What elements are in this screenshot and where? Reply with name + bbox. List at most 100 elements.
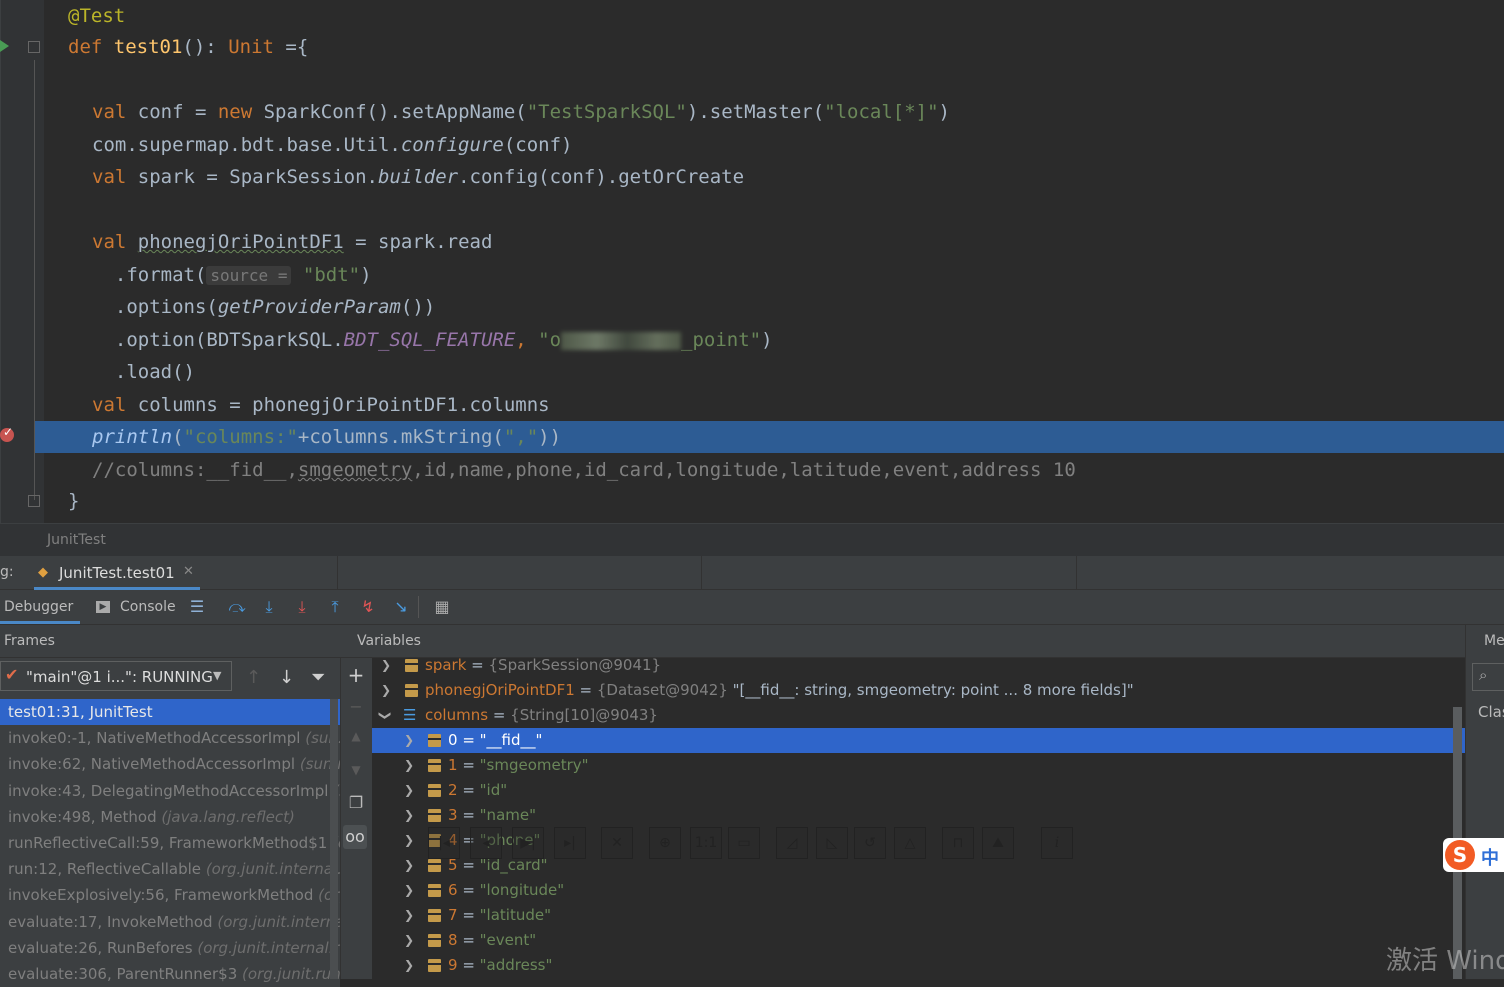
code-line-conf: val conf = new SparkConf().setAppName("T… [92, 96, 950, 128]
array-element-row[interactable]: ❯ 1 = "smgeometry" [372, 753, 1465, 778]
chevron-right-icon[interactable]: ❯ [404, 803, 414, 828]
variable-row-columns[interactable]: ❯ ☰ columns = {String[10]@9043} [372, 703, 1465, 728]
show-watches-icon[interactable]: oo [343, 825, 367, 849]
frame-method: invoke:498, Method [8, 807, 157, 826]
tab-debugger[interactable]: Debugger [0, 590, 80, 624]
frame-row[interactable]: evaluate:306, ParentRunner$3 (org.junit.… [0, 960, 340, 987]
close-icon[interactable]: ✕ [183, 564, 194, 579]
memory-title: Me [1484, 633, 1504, 649]
chevron-right-icon[interactable]: ❯ [404, 903, 414, 928]
chevron-right-icon[interactable]: ❯ [404, 853, 414, 878]
copy-icon[interactable]: ❐ [346, 793, 366, 812]
field-icon [428, 934, 441, 947]
step-out-icon[interactable]: ⤒ [325, 597, 345, 617]
fold-end-marker-icon[interactable] [28, 495, 40, 507]
frame-row[interactable]: test01:31, JunitTest [0, 699, 340, 726]
frame-row[interactable]: invoke0:-1, NativeMethodAccessorImpl (su… [0, 725, 340, 752]
code-editor[interactable]: @Test def test01(): Unit ={ val conf = n… [0, 0, 1504, 523]
array-element-row[interactable]: ❯ 6 = "longitude" [372, 878, 1465, 903]
previous-frame-icon[interactable]: ↑ [246, 667, 261, 688]
rotate-icon[interactable]: ↺ [854, 827, 886, 859]
frame-row[interactable]: invoke:43, DelegatingMethodAccessorImpl … [0, 777, 340, 804]
chevron-right-icon[interactable]: ❯ [381, 653, 391, 678]
next-frame-icon[interactable]: ↓ [279, 667, 294, 688]
chevron-right-icon[interactable]: ❯ [404, 828, 414, 853]
chevron-right-icon[interactable]: ❯ [404, 778, 414, 803]
frame-method: invoke:43, DelegatingMethodAccessorImpl [8, 781, 329, 800]
tab-console[interactable]: ▶ Console [96, 590, 176, 624]
actual-size-button[interactable]: 1:1 [690, 827, 722, 859]
chevron-right-icon[interactable]: ❯ [404, 753, 414, 778]
previous-page-icon[interactable]: ◂ [470, 827, 502, 859]
array-element-row[interactable]: ❯ 2 = "id" [372, 778, 1465, 803]
chevron-right-icon[interactable]: ❯ [404, 953, 414, 978]
code-text: conf = [126, 101, 218, 123]
step-over-icon[interactable]: ⤼ [227, 597, 247, 617]
next-page-icon[interactable]: ▸| [554, 827, 586, 859]
run-to-cursor-icon[interactable]: ↘ [391, 597, 411, 617]
array-element-row[interactable]: ❯ 3 = "name" [372, 803, 1465, 828]
info-button[interactable]: i [1041, 827, 1073, 859]
code-comma: , [515, 329, 539, 351]
frame-method: invoke0:-1, NativeMethodAccessorImpl [8, 729, 301, 748]
frame-row[interactable]: evaluate:26, RunBefores (org.junit.inter… [0, 934, 340, 961]
frame-row[interactable]: invoke:498, Method (java.lang.reflect) [0, 803, 340, 830]
zoom-in-icon[interactable]: ⊕ [649, 827, 681, 859]
code-text: ) [761, 329, 773, 351]
force-step-into-icon[interactable]: ⤓ [292, 597, 312, 617]
chevron-right-icon[interactable]: ❯ [404, 728, 414, 753]
flip-icon[interactable]: ◺ [816, 827, 848, 859]
breadcrumb-item[interactable]: JunitTest [47, 532, 106, 548]
show-execution-point-icon[interactable]: ☰ [187, 597, 207, 617]
first-page-icon[interactable]: |◂ [428, 827, 460, 859]
chevron-right-icon[interactable]: ❯ [381, 678, 391, 703]
evaluate-expression-icon[interactable]: ▦ [432, 597, 452, 617]
chevron-right-icon[interactable]: ❯ [404, 928, 414, 953]
thread-dropdown[interactable]: ✔ "main"@1 i...": RUNNING ▼ [0, 661, 232, 691]
frame-method: runReflectiveCall:59, FrameworkMethod$1 [8, 833, 328, 852]
array-element-row[interactable]: ❯ 8 = "event" [372, 928, 1465, 953]
array-element-row[interactable]: ❯ 9 = "address" [372, 953, 1465, 978]
add-watch-icon[interactable]: + [346, 663, 366, 687]
frame-row[interactable]: evaluate:17, InvokeMethod (org.junit.int… [0, 908, 340, 935]
frame-row[interactable]: runReflectiveCall:59, FrameworkMethod$1 … [0, 829, 340, 857]
move-down-icon[interactable]: ▼ [346, 763, 366, 777]
code-line-def: def test01(): Unit ={ [68, 31, 308, 63]
move-up-icon[interactable]: ▲ [346, 729, 366, 743]
array-element-row[interactable]: ❯ 7 = "latitude" [372, 903, 1465, 928]
annotation-text: @Test [68, 5, 126, 27]
array-element-row[interactable]: ❯ 0 = "__fid__" [372, 728, 1465, 753]
fold-marker-icon[interactable] [28, 41, 40, 53]
drop-frame-icon[interactable]: ↯ [358, 597, 378, 617]
edit-image-icon[interactable]: ⛰ [982, 827, 1014, 859]
chevron-down-icon[interactable]: ❯ [373, 710, 398, 720]
breakpoint-icon[interactable] [0, 425, 14, 442]
equals-sign: = [457, 931, 480, 949]
variable-row-df[interactable]: ❯ phonegjOriPointDF1 = {Dataset@9042} "[… [372, 678, 1465, 703]
chevron-right-icon[interactable]: ❯ [404, 878, 414, 903]
frame-row[interactable]: invoke:62, NativeMethodAccessorImpl (sun… [0, 751, 340, 778]
frame-row[interactable]: run:12, ReflectiveCallable (org.junit.in… [0, 856, 340, 883]
class-search-field[interactable]: ⌕ [1472, 663, 1504, 691]
variable-row-spark[interactable]: ❯ spark = {SparkSession@9041} [372, 653, 1465, 678]
step-into-icon[interactable]: ⤓ [259, 597, 279, 617]
code-line-format: .format(source = "bdt") [92, 259, 372, 291]
frames-scrollbar[interactable] [330, 699, 338, 979]
fit-window-icon[interactable]: ▭ [728, 827, 760, 859]
frame-row[interactable]: invokeExplosively:56, FrameworkMethod (o… [0, 882, 340, 909]
remove-watch-icon[interactable]: − [346, 697, 366, 716]
tab-junittest-test01[interactable]: ◆ JunitTest.test01 ✕ [34, 556, 200, 590]
class-column-header[interactable]: Clas [1478, 703, 1504, 721]
brightness-icon[interactable]: △ [894, 827, 926, 859]
field-icon [428, 784, 441, 797]
code-text: (conf) [503, 134, 573, 156]
rotate-left-icon[interactable]: ◿ [776, 827, 808, 859]
pin-icon[interactable]: ⊓ [942, 827, 974, 859]
frame-method: invoke:62, NativeMethodAccessorImpl [8, 755, 296, 774]
ime-indicator[interactable]: S 中 [1443, 838, 1504, 872]
close-icon[interactable]: ✕ [601, 827, 633, 859]
play-icon[interactable]: ▶| [512, 827, 544, 859]
keyword-val: val [92, 101, 127, 123]
filter-icon[interactable]: ⏷ [311, 667, 325, 688]
run-test-icon[interactable] [0, 40, 9, 52]
